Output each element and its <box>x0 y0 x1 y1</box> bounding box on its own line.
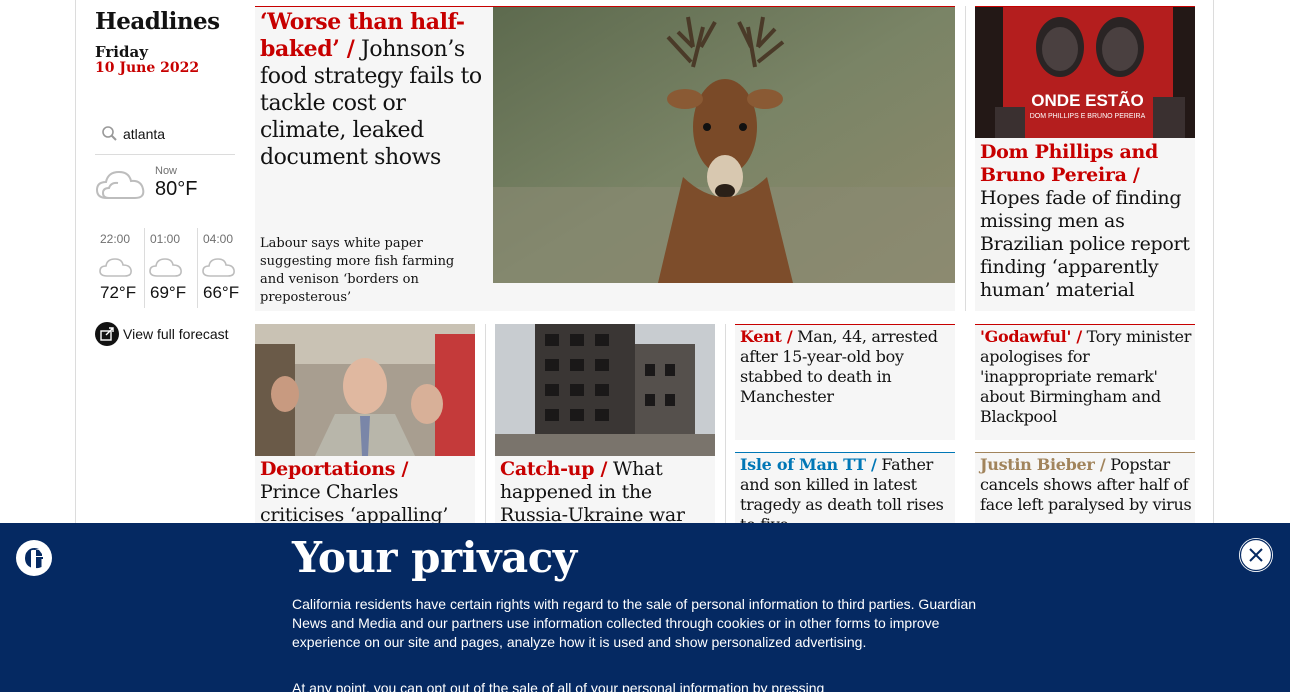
cloud-icon <box>202 255 236 283</box>
story-headline-text: Hopes fade of finding missing men as Bra… <box>980 187 1190 301</box>
privacy-body: California residents have certain rights… <box>292 596 977 650</box>
close-privacy-button[interactable] <box>1239 538 1273 572</box>
story-kicker: Catch-up / <box>500 458 608 480</box>
forecast-temp: 72°F <box>100 283 137 302</box>
guardian-logo-icon <box>16 540 52 576</box>
close-icon <box>1239 538 1273 576</box>
privacy-body-continued: At any point, you can opt out of the sal… <box>292 680 825 696</box>
forecast-temp: 66°F <box>203 283 240 302</box>
view-full-forecast-label[interactable]: View full forecast <box>123 326 229 342</box>
column-divider <box>965 6 966 311</box>
lead-headline[interactable]: ‘Worse than half-baked’ / Johnson’s food… <box>260 9 485 171</box>
forecast-time: 22:00 <box>100 232 131 246</box>
story-headline[interactable]: Kent / Man, 44, arrested after 15-year-o… <box>740 327 952 407</box>
forecast-time: 01:00 <box>150 232 181 246</box>
search-icon <box>101 125 119 147</box>
story-kicker: Dom Phillips and Bruno Pereira / <box>980 141 1159 186</box>
story-card-catch-up[interactable]: Catch-up / What happened in the Russia-U… <box>495 324 715 527</box>
weather-now-temp: 80°F <box>155 178 198 200</box>
cloud-icon <box>95 166 147 206</box>
privacy-banner: Your privacy California residents have c… <box>0 523 1290 696</box>
forecast-slot: 01:00 69°F <box>145 228 195 308</box>
story-headline[interactable]: 'Godawful' / Tory minister apologises fo… <box>980 327 1192 427</box>
story-headline[interactable]: Justin Bieber / Popstar cancels shows af… <box>980 455 1192 515</box>
column-divider <box>485 324 486 524</box>
story-kicker: Justin Bieber / <box>980 455 1106 474</box>
forecast-slot: 22:00 72°F <box>95 228 145 308</box>
privacy-title: Your privacy <box>292 533 577 582</box>
external-link-icon <box>95 322 119 346</box>
forecast-slot: 04:00 66°F <box>198 228 248 308</box>
cloud-icon <box>149 255 183 283</box>
story-card-deportations[interactable]: Deportations / Prince Charles criticises… <box>255 324 475 549</box>
story-kicker: Kent / <box>740 327 793 346</box>
story-kicker: Deportations / <box>260 458 409 480</box>
weather-now-label: Now <box>155 165 178 177</box>
story-card-godawful[interactable]: 'Godawful' / Tory minister apologises fo… <box>975 324 1195 440</box>
story-kicker: Isle of Man TT / <box>740 455 877 474</box>
story-headline[interactable]: Catch-up / What happened in the Russia-U… <box>500 458 712 527</box>
story-kicker: 'Godawful' / <box>980 327 1082 346</box>
story-card-dom-phillips[interactable]: ONDE ESTÃO DOM PHILLIPS E BRUNO PEREIRA … <box>975 6 1195 311</box>
cloud-icon <box>99 255 133 283</box>
story-image-protest[interactable]: ONDE ESTÃO DOM PHILLIPS E BRUNO PEREIRA <box>975 7 1195 138</box>
story-headline[interactable]: Dom Phillips and Bruno Pereira / Hopes f… <box>980 141 1192 302</box>
protest-banner-subtext: DOM PHILLIPS E BRUNO PEREIRA <box>1029 113 1146 120</box>
column-divider <box>725 324 726 524</box>
story-image-prince-charles[interactable] <box>255 324 475 456</box>
location-input[interactable]: atlanta <box>123 126 165 142</box>
date-day: Friday <box>95 43 148 61</box>
section-title[interactable]: Headlines <box>95 8 220 35</box>
story-card-kent[interactable]: Kent / Man, 44, arrested after 15-year-o… <box>735 324 955 440</box>
date-full: 10 June 2022 <box>95 60 200 76</box>
lead-standfirst: Labour says white paper suggesting more … <box>260 236 455 305</box>
story-image-ruined-building[interactable] <box>495 324 715 456</box>
story-card-justin-bieber[interactable]: Justin Bieber / Popstar cancels shows af… <box>975 452 1195 524</box>
forecast-temp: 69°F <box>150 283 187 302</box>
forecast-time: 04:00 <box>203 232 234 246</box>
lead-image-deer[interactable] <box>493 7 955 283</box>
lead-story-card[interactable]: ‘Worse than half-baked’ / Johnson’s food… <box>255 6 955 311</box>
story-card-isle-of-man[interactable]: Isle of Man TT / Father and son killed i… <box>735 452 955 534</box>
protest-banner-text: ONDE ESTÃO <box>1031 91 1144 110</box>
weather-location-search[interactable]: atlanta <box>95 118 235 155</box>
